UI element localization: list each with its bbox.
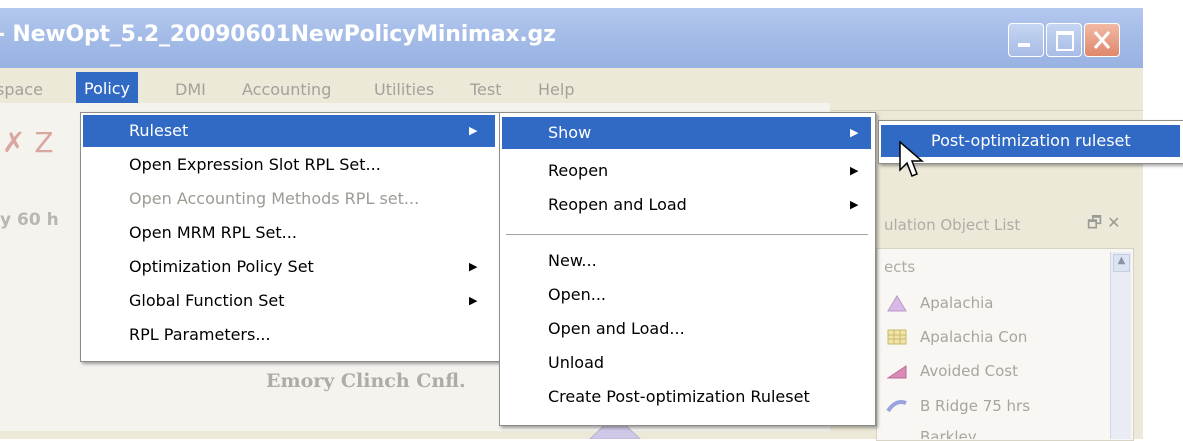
menu-item-reopen-and-load[interactable]: Reopen and Load ▶ (502, 189, 871, 221)
pane-title: ulation Object List (884, 216, 1021, 234)
menu-policy[interactable]: Policy (76, 72, 139, 106)
menu-test[interactable]: Test (470, 78, 502, 102)
menu-workspace[interactable]: space (0, 78, 43, 102)
menu-item-new[interactable]: New... (502, 245, 871, 277)
menu-item-label: New... (548, 251, 597, 270)
menu-accounting[interactable]: Accounting (242, 78, 331, 102)
menu-item-label: Open... (548, 285, 606, 304)
menu-item-label: Create Post-optimization Ruleset (548, 387, 810, 406)
submenu-arrow-icon: ▶ (850, 126, 859, 139)
node-label-partial: y 60 h (0, 210, 59, 230)
menu-item-label: Reopen (548, 161, 609, 180)
menu-item-unload[interactable]: Unload (502, 347, 871, 379)
menu-item-open-accounting-methods: Open Accounting Methods RPL set... (83, 183, 495, 215)
maximize-button[interactable] (1046, 23, 1082, 57)
submenu-arrow-icon: ▶ (850, 198, 859, 211)
maximize-icon (1056, 31, 1074, 51)
menu-item-label: Open Accounting Methods RPL set... (129, 189, 420, 208)
menu-item-global-function-set[interactable]: Global Function Set ▶ (83, 285, 495, 317)
object-item[interactable]: B Ridge 75 hrs (920, 397, 1030, 415)
menu-separator (506, 234, 868, 235)
object-item[interactable]: Avoided Cost (920, 362, 1018, 380)
menu-item-open-expression-slot[interactable]: Open Expression Slot RPL Set... (83, 149, 495, 181)
table-icon (886, 328, 908, 346)
menu-item-label: Open and Load... (548, 319, 685, 338)
menu-item-open-and-load[interactable]: Open and Load... (502, 313, 871, 345)
menu-item-rpl-parameters[interactable]: RPL Parameters... (83, 319, 495, 351)
pane-dock-close-icon[interactable]: 🗗 ✕ (1087, 212, 1121, 239)
menu-item-ruleset[interactable]: Ruleset ▶ (83, 115, 495, 147)
title-bar[interactable]: - NewOpt_5.2_20090601NewPolicyMinimax.gz (0, 8, 1143, 68)
menu-item-open[interactable]: Open... (502, 279, 871, 311)
object-list-scrollbar[interactable]: ▲ (1110, 252, 1131, 439)
menu-item-show[interactable]: Show ▶ (502, 117, 871, 149)
close-icon (1093, 31, 1111, 49)
menu-item-label: Post-optimization ruleset (931, 131, 1131, 150)
object-item[interactable]: Barkley (920, 428, 977, 439)
menu-item-label: Optimization Policy Set (129, 257, 314, 276)
menu-item-open-mrm[interactable]: Open MRM RPL Set... (83, 217, 495, 249)
submenu-arrow-icon: ▶ (469, 124, 478, 137)
menu-item-label: RPL Parameters... (129, 325, 271, 344)
node-label: Emory Clinch Cnfl. (266, 370, 466, 392)
toolbar-icon[interactable]: ✗ Z (2, 126, 54, 159)
menu-help[interactable]: Help (538, 78, 574, 102)
minimize-icon (1018, 43, 1030, 47)
menu-item-optimization-policy-set[interactable]: Optimization Policy Set ▶ (83, 251, 495, 283)
menu-item-create-post-optimization-ruleset[interactable]: Create Post-optimization Ruleset (502, 381, 871, 413)
close-button[interactable] (1084, 23, 1120, 57)
menu-item-label: Ruleset (129, 121, 189, 140)
reservoir-icon (886, 294, 908, 312)
window-title: - NewOpt_5.2_20090601NewPolicyMinimax.gz (0, 22, 556, 47)
policy-menu: Ruleset ▶ Open Expression Slot RPL Set..… (80, 112, 500, 362)
menu-dmi[interactable]: DMI (175, 78, 206, 102)
submenu-arrow-icon: ▶ (850, 164, 859, 177)
submenu-arrow-icon: ▶ (469, 260, 478, 273)
menu-item-label: Reopen and Load (548, 195, 687, 214)
menu-item-reopen[interactable]: Reopen ▶ (502, 155, 871, 187)
cost-icon (886, 362, 908, 380)
submenu-arrow-icon: ▶ (469, 294, 478, 307)
menu-item-label: Unload (548, 353, 605, 372)
objects-header: ects (884, 258, 916, 276)
menu-item-label: Show (548, 123, 592, 142)
ruleset-submenu: Show ▶ Reopen ▶ Reopen and Load ▶ New...… (499, 112, 876, 426)
menu-utilities[interactable]: Utilities (374, 78, 434, 102)
object-item[interactable]: Apalachia (920, 294, 993, 312)
mouse-pointer-icon (899, 140, 925, 177)
reach-icon (886, 397, 908, 415)
scroll-up-icon[interactable]: ▲ (1113, 254, 1130, 272)
menu-item-label: Open MRM RPL Set... (129, 223, 297, 242)
minimize-button[interactable] (1008, 23, 1044, 57)
object-item[interactable]: Apalachia Con (920, 328, 1027, 346)
menu-item-label: Open Expression Slot RPL Set... (129, 155, 381, 174)
menu-item-label: Global Function Set (129, 291, 285, 310)
